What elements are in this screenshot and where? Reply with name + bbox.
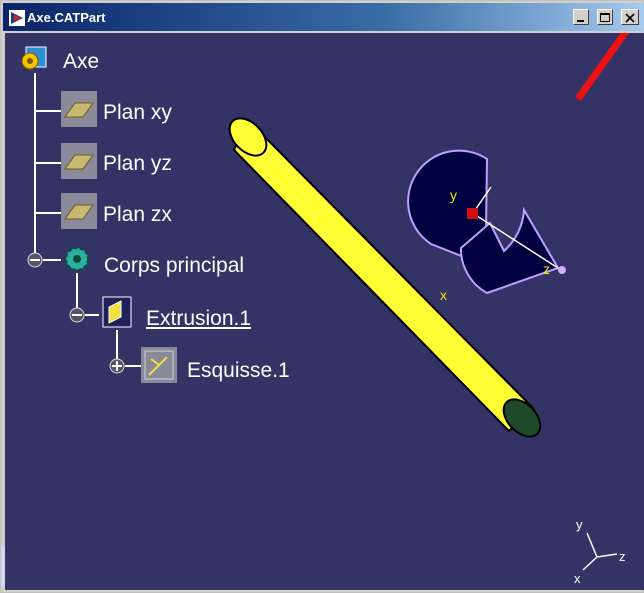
title-bar[interactable]: Axe.CATPart: [3, 3, 644, 31]
collapse-icon[interactable]: [27, 252, 43, 268]
maximize-button[interactable]: [597, 9, 613, 25]
left-edge-fragment: [1, 546, 5, 586]
tree-item-esquisse[interactable]: Esquisse.1: [187, 359, 290, 383]
plane-icon[interactable]: [61, 193, 97, 229]
window-title: Axe.CATPart: [27, 10, 106, 25]
red-axis-line: [575, 33, 630, 102]
tree-item-plan-yz[interactable]: Plan yz: [103, 152, 172, 176]
body-gear-icon[interactable]: [61, 243, 93, 275]
plane-icon[interactable]: [61, 91, 97, 127]
close-icon: [625, 13, 635, 23]
tree-item-extrusion[interactable]: Extrusion.1: [146, 307, 251, 331]
plane-icon[interactable]: [61, 143, 97, 179]
tree-root-axe[interactable]: Axe: [63, 50, 99, 74]
catia-window: Axe.CATPart y z x y z x Axe Plan xy Plan…: [0, 0, 644, 593]
tree-item-plan-zx[interactable]: Plan zx: [103, 203, 172, 227]
tree-item-plan-xy[interactable]: Plan xy: [103, 101, 172, 125]
axis-triad: [582, 532, 618, 571]
catia-app-icon: [9, 10, 25, 26]
extrusion-icon[interactable]: [99, 295, 135, 331]
minimize-button[interactable]: [573, 9, 589, 25]
triad-x-label: x: [574, 571, 581, 586]
sketch-compass[interactable]: y z x: [407, 149, 566, 303]
3d-viewport[interactable]: y z x y z x Axe Plan xy Plan yz Plan zx …: [5, 33, 644, 590]
close-button[interactable]: [621, 9, 639, 25]
part-icon[interactable]: [20, 45, 48, 73]
triad-y-label: y: [576, 517, 583, 532]
compass-x-label: x: [440, 287, 447, 303]
tree-item-corps-principal[interactable]: Corps principal: [104, 254, 244, 278]
minimize-icon: [577, 20, 584, 22]
compass-origin-marker[interactable]: [467, 208, 478, 219]
compass-handle[interactable]: [558, 266, 566, 274]
compass-z-label: z: [543, 261, 550, 277]
expand-icon[interactable]: [109, 358, 125, 374]
maximize-icon: [600, 13, 610, 22]
triad-z-label: z: [619, 549, 626, 564]
collapse-icon[interactable]: [69, 307, 85, 323]
sketch-icon[interactable]: [141, 347, 177, 383]
compass-y-label: y: [450, 187, 457, 203]
